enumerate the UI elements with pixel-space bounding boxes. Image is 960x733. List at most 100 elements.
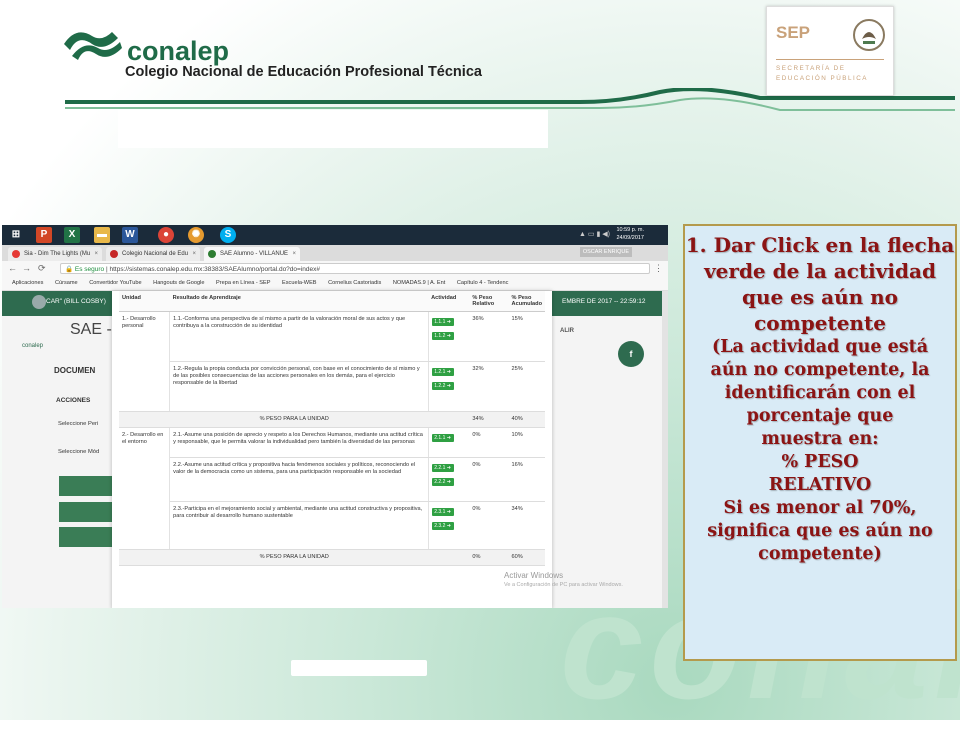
sep-subtitle-line1: SECRETARÍA DE xyxy=(776,65,846,72)
youtube-icon xyxy=(12,250,20,258)
bookmark-item[interactable]: Aplicaciones xyxy=(12,277,43,290)
activate-windows-title: Activar Windows xyxy=(504,571,564,580)
peso-relativo-cell: 36% xyxy=(469,311,509,362)
resultado-cell: 2.3.-Participa en el mejoramiento social… xyxy=(169,501,429,550)
side-action-button[interactable] xyxy=(59,502,115,522)
powerpoint-icon[interactable]: P xyxy=(36,227,52,243)
windows-start-icon[interactable]: ⊞ xyxy=(8,227,24,243)
peso-relativo-cell: 0% xyxy=(469,457,509,502)
callout-main-text: 1. Dar Click en la flecha verde de la ac… xyxy=(685,233,955,335)
callout-note-line: porcentaje que xyxy=(746,406,894,426)
blank-white-bar xyxy=(291,660,427,676)
bookmark-item[interactable]: Cornelius Castoriadis xyxy=(328,277,381,290)
callout-note-line: aún no competente, la xyxy=(710,360,930,380)
peso-relativo-cell: 0% xyxy=(469,427,509,458)
browser-profile-name[interactable]: OSCAR ENRIQUE xyxy=(579,247,632,257)
resultado-cell: 1.2.-Regula la propia conducta por convi… xyxy=(169,361,429,412)
bookmarks-bar: Aplicaciones Cúrsame Convertidor YouTube… xyxy=(2,277,668,291)
peso-acumulado-cell: 16% xyxy=(508,457,545,502)
table-row: 1.- Desarrollo personal 1.1.-Conforma un… xyxy=(119,311,545,412)
peso-acumulado-cell: 34% xyxy=(508,501,545,550)
actividad-cell: 1.1.1 ➜ 1.1.2 ➜ xyxy=(428,311,470,362)
tab-label: Colegio Nacional de Edu xyxy=(122,251,189,257)
system-tray-icons[interactable]: ▲ ▭ ▮ ◀) xyxy=(579,230,610,238)
actividad-cell: 1.2.1 ➜ 1.2.2 ➜ xyxy=(428,361,470,412)
side-action-button[interactable] xyxy=(59,476,115,496)
table-row: 2.- Desarrollo en el entorno 2.1.-Asume … xyxy=(119,427,545,550)
skype-icon[interactable]: S xyxy=(220,227,236,243)
conalep-favicon-icon xyxy=(110,250,118,258)
taskbar-time: 10:59 p. m. xyxy=(616,227,644,233)
page-scrollbar[interactable] xyxy=(662,291,668,608)
close-icon[interactable]: × xyxy=(292,247,296,261)
bookmark-item[interactable]: Hangouts de Google xyxy=(153,277,204,290)
activity-arrow-button[interactable]: 1.2.2 ➜ xyxy=(431,382,454,390)
bookmark-item[interactable]: Prepa en Línea - SEP xyxy=(216,277,270,290)
peso-acumulado-cell: 15% xyxy=(508,311,545,362)
activity-arrow-button[interactable]: 2.1.1 ➜ xyxy=(431,434,454,442)
menu-kebab-icon[interactable]: ⋮ xyxy=(654,263,663,274)
logout-link[interactable]: ALIR xyxy=(560,328,574,334)
taskbar-date: 24/09/2017 xyxy=(616,235,644,241)
activity-arrow-button[interactable]: 1.1.2 ➜ xyxy=(431,332,454,340)
settings-icon[interactable]: ✺ xyxy=(188,227,204,243)
peso-relativo-cell: 34% xyxy=(469,411,509,428)
word-icon[interactable]: W xyxy=(122,227,138,243)
table-row: 2.3.-Participa en el mejoramiento social… xyxy=(119,501,545,550)
bookmark-item[interactable]: NOMADAS.9 | A. Ent xyxy=(393,277,445,290)
activity-arrow-button[interactable]: 2.2.1 ➜ xyxy=(431,464,454,472)
grades-panel: Unidad Resultado de Aprendizaje Activida… xyxy=(112,291,552,608)
unidad-cell: 1.- Desarrollo personal xyxy=(119,311,171,412)
actions-heading: ACCIONES xyxy=(56,397,91,404)
back-arrow-icon[interactable]: ← xyxy=(8,263,17,273)
resultado-cell: 1.1.-Conforma una perspectiva de sí mism… xyxy=(169,311,429,362)
tab-sae-alumno[interactable]: SAE Alumno - VILLANUE × xyxy=(204,247,300,261)
address-bar-row: ← → ⟳ 🔒 Es seguro | https://sistemas.con… xyxy=(2,261,668,278)
sep-title: SEP xyxy=(776,23,811,42)
forward-arrow-icon[interactable]: → xyxy=(22,263,31,273)
activity-arrow-button[interactable]: 2.3.2 ➜ xyxy=(431,522,454,530)
activity-arrow-button[interactable]: 1.1.1 ➜ xyxy=(431,318,454,326)
select-module-label[interactable]: Seleccione Mód xyxy=(58,449,99,455)
unit-weight-label: % PESO PARA LA UNIDAD xyxy=(119,549,470,566)
reload-icon[interactable]: ⟳ xyxy=(38,263,46,274)
lock-icon: 🔒 xyxy=(65,266,75,273)
eagle-emblem-icon xyxy=(853,19,885,51)
select-period-label[interactable]: Seleccione Peri xyxy=(58,421,98,427)
unit-weight-row: % PESO PARA LA UNIDAD 34% 40% xyxy=(119,411,545,428)
close-icon[interactable]: × xyxy=(94,247,98,261)
activity-arrow-button[interactable]: 1.2.1 ➜ xyxy=(431,368,454,376)
col-header-peso-relativo: % Peso Relativo xyxy=(469,291,509,312)
chrome-icon[interactable]: ● xyxy=(158,227,174,243)
documents-heading: DOCUMEN xyxy=(54,366,96,375)
activity-arrow-button[interactable]: 2.3.1 ➜ xyxy=(431,508,454,516)
user-name: CAR" (BILL COSBY) xyxy=(46,298,106,305)
tab-youtube[interactable]: Sia - Dim The Lights (Mu × xyxy=(8,247,102,261)
sae-conalep-logo: conalep xyxy=(22,343,44,349)
resultado-cell: 2.1.-Asume una posición de aprecio y res… xyxy=(169,427,429,458)
col-header-resultado: Resultado de Aprendizaje xyxy=(169,291,429,312)
callout-note-line: RELATIVO xyxy=(768,475,872,495)
instruction-callout: 1. Dar Click en la flecha verde de la ac… xyxy=(683,224,957,661)
excel-icon[interactable]: X xyxy=(64,227,80,243)
activity-arrow-button[interactable]: 2.2.2 ➜ xyxy=(431,478,454,486)
actividad-cell: 2.2.1 ➜ 2.2.2 ➜ xyxy=(428,457,470,502)
browser-screenshot: ⊞ P X ▬ W ● ✺ S ▲ ▭ ▮ ◀) 10:59 p. m. 24/… xyxy=(2,225,668,608)
bookmark-item[interactable]: Escuela-WEB xyxy=(282,277,317,290)
side-action-button[interactable] xyxy=(59,527,115,547)
sep-divider xyxy=(776,59,884,60)
close-icon[interactable]: × xyxy=(192,247,196,261)
folder-icon[interactable]: ▬ xyxy=(94,227,110,243)
bookmark-item[interactable]: Capítulo 4 - Tendenc xyxy=(457,277,509,290)
facebook-twitter-icon[interactable]: f xyxy=(618,341,644,367)
peso-acumulado-cell: 25% xyxy=(508,361,545,412)
bookmark-item[interactable]: Cúrsame xyxy=(55,277,78,290)
peso-acumulado-cell: 40% xyxy=(508,411,545,428)
tab-conalep[interactable]: Colegio Nacional de Edu × xyxy=(106,247,200,261)
url-input[interactable]: 🔒 Es seguro | https://sistemas.conalep.e… xyxy=(60,263,650,274)
actividad-cell: 2.1.1 ➜ xyxy=(428,427,470,458)
peso-acumulado-cell: 10% xyxy=(508,427,545,458)
bookmark-item[interactable]: Convertidor YouTube xyxy=(89,277,141,290)
unit-weight-label: % PESO PARA LA UNIDAD xyxy=(119,411,470,428)
windows-taskbar: ⊞ P X ▬ W ● ✺ S ▲ ▭ ▮ ◀) 10:59 p. m. 24/… xyxy=(2,225,668,245)
